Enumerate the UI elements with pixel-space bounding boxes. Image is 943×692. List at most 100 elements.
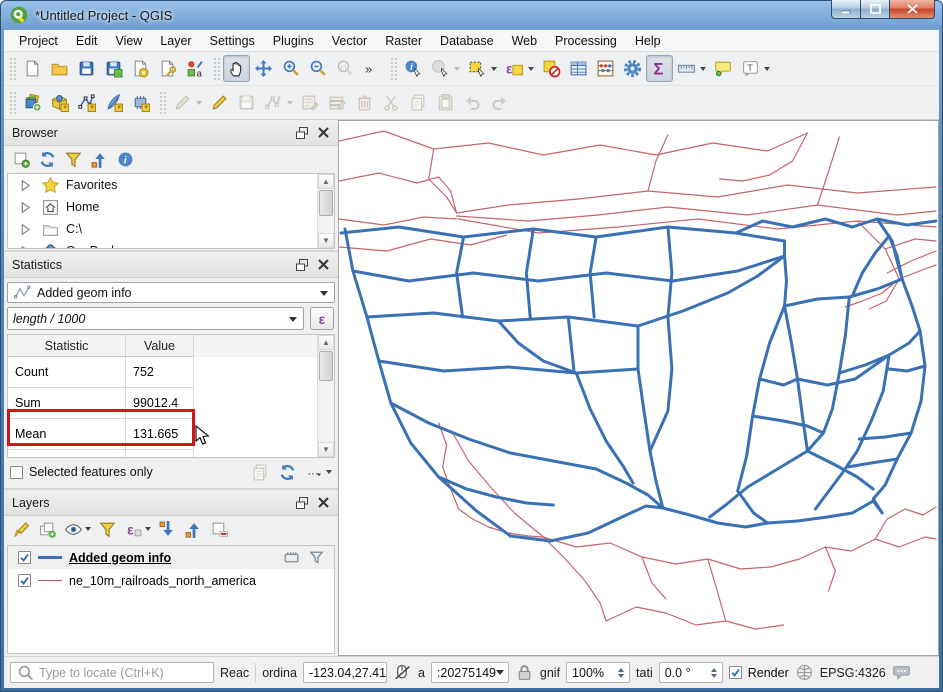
toggle-extents-icon[interactable] (393, 663, 412, 682)
text-annotation-button[interactable]: T (737, 55, 770, 82)
expand-arrow-icon[interactable] (16, 198, 35, 217)
lock-scale-icon[interactable] (515, 663, 534, 682)
new-virtual-layer-button[interactable]: * (127, 89, 154, 116)
identify-features-button[interactable]: i (400, 55, 427, 82)
expand-arrow-icon[interactable] (16, 242, 35, 248)
close-panel-icon[interactable] (314, 124, 332, 142)
layer-visibility-checkbox[interactable] (18, 574, 31, 587)
spinner-arrows[interactable] (614, 667, 625, 678)
add-selected-layers-button[interactable] (12, 150, 31, 169)
column-header[interactable]: Value (126, 335, 194, 357)
statistics-options-button[interactable]: … (305, 463, 332, 482)
select-features-button[interactable] (464, 55, 497, 82)
open-project-button[interactable] (46, 55, 73, 82)
float-panel-icon[interactable] (293, 494, 311, 512)
coordinate-field[interactable]: -123.04,27.41 (302, 662, 387, 683)
magnifier-spinbox[interactable]: 100% (566, 662, 631, 683)
open-attribute-table-button[interactable] (565, 55, 592, 82)
pan-map-button[interactable] (223, 55, 250, 82)
maximize-button[interactable] (861, 0, 889, 19)
expand-arrow-icon[interactable] (16, 220, 35, 239)
remove-layer-button[interactable] (210, 520, 229, 539)
new-geopackage-layer-button[interactable]: * (46, 89, 73, 116)
scroll-up-arrow[interactable]: ▲ (318, 335, 334, 350)
select-by-expression-button[interactable]: ε (501, 55, 534, 82)
new-spatialite-layer-button[interactable]: * (100, 89, 127, 116)
statistics-panel-header[interactable]: Statistics (4, 252, 338, 278)
menu-layer[interactable]: Layer (151, 32, 200, 50)
save-project-as-button[interactable] (100, 55, 127, 82)
locator-input[interactable] (39, 665, 208, 680)
menu-edit[interactable]: Edit (67, 32, 107, 50)
expand-all-button[interactable] (158, 520, 177, 539)
zoom-out-button[interactable] (304, 55, 331, 82)
menu-project[interactable]: Project (10, 32, 67, 50)
statistical-summary-button[interactable]: Σ (646, 55, 673, 82)
show-layout-manager-button[interactable] (154, 55, 181, 82)
browser-scrollbar[interactable]: ▲ ▼ (317, 174, 334, 248)
statistics-expression-combo[interactable]: length / 1000 (7, 307, 304, 330)
crs-globe-icon[interactable] (795, 663, 814, 682)
scroll-up-arrow[interactable]: ▲ (318, 174, 334, 189)
collapse-all-button[interactable] (184, 520, 203, 539)
scale-combo[interactable]: :20275149 (430, 662, 509, 683)
deselect-features-button[interactable] (538, 55, 565, 82)
locator-box[interactable] (10, 662, 214, 683)
stat-row-count[interactable]: Count 752 (8, 357, 334, 388)
menu-raster[interactable]: Raster (376, 32, 431, 50)
collapse-all-button[interactable] (90, 150, 109, 169)
menu-database[interactable]: Database (431, 32, 503, 50)
processing-toolbox-button[interactable] (619, 55, 646, 82)
browser-item-home[interactable]: Home (8, 196, 334, 218)
recalculate-statistics-button[interactable] (278, 463, 297, 482)
field-calculator-button[interactable] (592, 55, 619, 82)
layers-panel-header[interactable]: Layers (4, 490, 338, 516)
toolbar-grip[interactable] (390, 56, 397, 81)
style-manager-button[interactable]: a (181, 55, 208, 82)
render-checkbox[interactable] (728, 666, 742, 679)
stat-row-median[interactable]: Median102.572 (8, 450, 334, 457)
render-toggle[interactable]: Render (728, 666, 789, 680)
map-tips-button[interactable] (710, 55, 737, 82)
toolbar-overflow-button[interactable]: » (358, 55, 385, 82)
toggle-editing-button[interactable] (206, 89, 233, 116)
open-data-source-manager-button[interactable] (19, 89, 46, 116)
new-project-button[interactable] (19, 55, 46, 82)
layer-visibility-checkbox[interactable] (18, 551, 31, 564)
statistics-layer-combo[interactable]: Added geom info (7, 282, 335, 303)
messages-icon[interactable] (892, 663, 911, 682)
spinner-arrows[interactable] (707, 667, 717, 678)
menu-settings[interactable]: Settings (201, 32, 264, 50)
filter-by-expression-button[interactable]: ε (124, 520, 151, 539)
filter-legend-button[interactable] (98, 520, 117, 539)
layer-row-added-geom-info[interactable]: Added geom info (8, 546, 334, 569)
menu-plugins[interactable]: Plugins (264, 32, 323, 50)
scroll-down-arrow[interactable]: ▼ (318, 233, 334, 248)
crs-status-label[interactable]: EPSG:4326 (820, 666, 886, 680)
browser-panel-header[interactable]: Browser (4, 120, 338, 146)
expand-arrow-icon[interactable] (16, 176, 35, 195)
selected-features-only-row[interactable]: Selected features only (10, 465, 153, 479)
manage-map-themes-button[interactable] (64, 520, 91, 539)
new-shapefile-layer-button[interactable]: * (73, 89, 100, 116)
memory-layer-icon[interactable] (282, 548, 301, 567)
float-panel-icon[interactable] (293, 256, 311, 274)
open-layer-styling-button[interactable] (12, 520, 31, 539)
refresh-browser-button[interactable] (38, 150, 57, 169)
scroll-down-arrow[interactable]: ▼ (318, 442, 334, 457)
browser-item-c[interactable]: C:\ (8, 218, 334, 240)
enable-properties-widget-button[interactable]: i (116, 150, 135, 169)
close-panel-icon[interactable] (314, 494, 332, 512)
menu-view[interactable]: View (106, 32, 151, 50)
column-header[interactable]: Statistic (8, 335, 126, 357)
browser-item-favorites[interactable]: Favorites (8, 174, 334, 196)
browser-item-geopackage[interactable]: GeoPackage (8, 240, 334, 248)
pan-to-selection-button[interactable] (250, 55, 277, 82)
statistics-scrollbar[interactable]: ▲ ▼ (317, 335, 334, 457)
toolbar-grip[interactable] (159, 90, 166, 115)
menu-help[interactable]: Help (626, 32, 670, 50)
save-project-button[interactable] (73, 55, 100, 82)
rotation-spinbox[interactable]: 0.0 ° (658, 662, 723, 683)
filter-browser-button[interactable] (64, 150, 83, 169)
title-bar[interactable]: *Untitled Project - QGIS (0, 0, 943, 30)
